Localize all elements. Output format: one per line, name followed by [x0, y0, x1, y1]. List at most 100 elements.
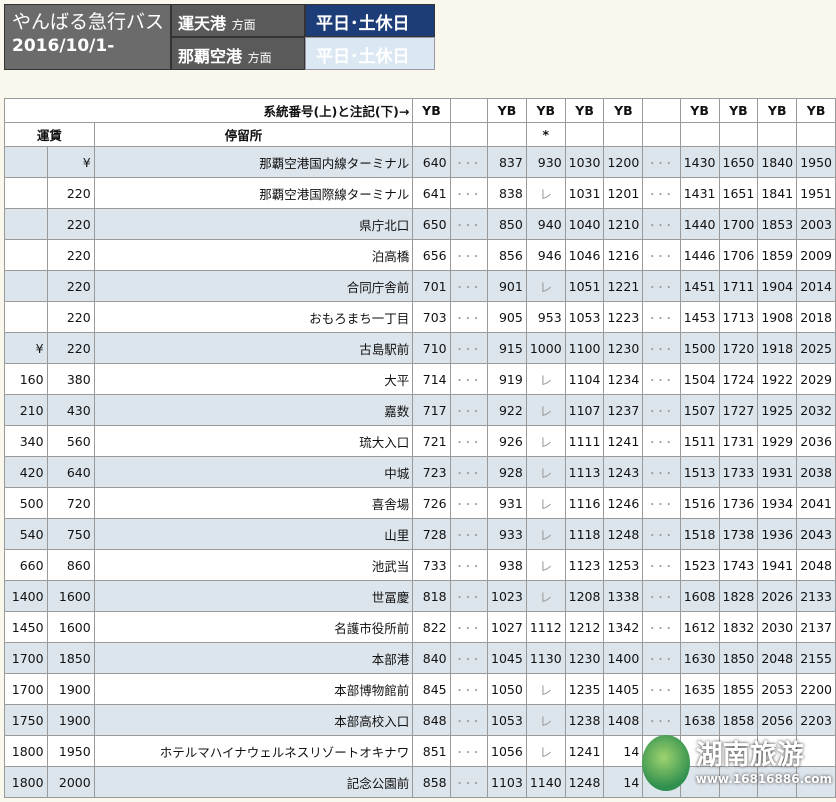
departure-time: 1338	[603, 580, 644, 612]
fare-from-kosa	[4, 239, 48, 271]
table-row: 220 県庁北口 650 ･･･ 850 940 1040 1210 ･･･ 1440 1700 18…	[4, 208, 836, 240]
departure-time: 1700	[718, 208, 759, 240]
fare-from-airport: 220	[46, 332, 95, 364]
fare-from-airport: 430	[46, 394, 95, 426]
departure-time: 1400	[603, 642, 644, 674]
stop-name: 那覇空港国際線ターミナル	[93, 177, 414, 209]
departure-time: 1853	[757, 208, 798, 240]
fare-from-airport: 1850	[46, 642, 95, 674]
departure-time: 1859	[757, 239, 798, 271]
stop-name: 中城	[93, 456, 414, 488]
departure-time: 840	[412, 642, 451, 674]
fare-from-kosa: ¥	[4, 332, 48, 364]
departure-time: 1210	[603, 208, 644, 240]
departure-time: 931	[487, 487, 527, 519]
departure-time: 1731	[718, 425, 759, 457]
route-note	[603, 122, 644, 147]
departure-time: 856	[487, 239, 527, 271]
route-col	[642, 98, 681, 123]
departure-time: 1405	[603, 673, 644, 705]
departure-time: 1950	[796, 146, 836, 178]
departure-time: ･･･	[449, 735, 489, 767]
route-note	[412, 122, 451, 147]
fare-from-kosa: 1400	[4, 580, 48, 612]
departure-time: 1118	[564, 518, 605, 550]
departure-time: 2041	[796, 487, 836, 519]
departure-time: 940	[525, 208, 566, 240]
stop-name: おもろまち一丁目	[93, 301, 414, 333]
departure-time: 1736	[718, 487, 759, 519]
departure-time: 905	[487, 301, 527, 333]
departure-time: 1113	[564, 456, 605, 488]
fare-from-kosa: 660	[4, 549, 48, 581]
departure-time: ･･･	[642, 425, 681, 457]
departure-time: ･･･	[642, 239, 681, 271]
column-label-row: 運賃 停留所 *	[4, 122, 836, 147]
departure-time: ･･･	[449, 766, 489, 798]
departure-time: 1140	[525, 766, 566, 798]
departure-time: 1727	[718, 394, 759, 426]
timetable: 系統番号(上)と注記(下)→ YB YB YB YB YB YB YB YB Y…	[3, 98, 836, 798]
table-row: 210 430 嘉数 717 ･･･ 922 レ 1107 1237 ･･･ 1507 1727 192…	[4, 394, 836, 426]
departure-time: 1500	[679, 332, 720, 364]
departure-time: 2003	[796, 208, 836, 240]
departure-time: ･･･	[642, 270, 681, 302]
departure-time: 1031	[564, 177, 605, 209]
departure-time: 1238	[564, 704, 605, 736]
departure-time: 714	[412, 363, 451, 395]
route-note	[487, 122, 527, 147]
departure-time: 1053	[564, 301, 605, 333]
departure-time: 656	[412, 239, 451, 271]
fare-from-airport: 1900	[46, 704, 95, 736]
departure-time: 1200	[603, 146, 644, 178]
departure-time: 933	[487, 518, 527, 550]
departure-time: 1248	[564, 766, 605, 798]
effective-date: 2016/10/1-	[12, 36, 115, 56]
route-note	[642, 122, 681, 147]
departure-time: 14	[603, 735, 644, 767]
departure-time: 1918	[757, 332, 798, 364]
day-type-active[interactable]: 平日･土休日	[305, 4, 435, 37]
table-row: 220 泊高橋 656 ･･･ 856 946 1046 1216 ･･･ 1446 1706 185…	[4, 239, 836, 271]
departure-time: 1724	[718, 363, 759, 395]
fare-from-airport: 860	[46, 549, 95, 581]
route-note	[718, 122, 759, 147]
departure-time: 733	[412, 549, 451, 581]
departure-time: 1221	[603, 270, 644, 302]
departure-time: 1104	[564, 363, 605, 395]
departure-time: ･･･	[449, 673, 489, 705]
departure-time: 1056	[487, 735, 527, 767]
table-row: ¥ 那覇空港国内線ターミナル 640 ･･･ 837 930 1030 1200 ･･･ 1430…	[4, 146, 836, 178]
stop-name: 琉大入口	[93, 425, 414, 457]
departure-time: 1904	[757, 270, 798, 302]
departure-time: 1230	[564, 642, 605, 674]
departure-time: 1951	[796, 177, 836, 209]
departure-time: ･･･	[449, 549, 489, 581]
departure-time: 1841	[757, 177, 798, 209]
departure-time: レ	[525, 735, 566, 767]
stop-name: 世冨慶	[93, 580, 414, 612]
departure-time: 1116	[564, 487, 605, 519]
departure-time: ･･･	[449, 580, 489, 612]
departure-time: 1111	[564, 425, 605, 457]
day-type-inactive[interactable]: 平日･土休日	[305, 37, 435, 70]
fare-from-airport: 640	[46, 456, 95, 488]
departure-time: レ	[525, 518, 566, 550]
route-label: 系統番号(上)と注記(下)→	[3, 98, 414, 123]
departure-time: ･･･	[449, 239, 489, 271]
fare-from-kosa: 160	[4, 363, 48, 395]
departure-time: 845	[412, 673, 451, 705]
departure-time: ･･･	[449, 487, 489, 519]
table-row: 220 那覇空港国際線ターミナル 641 ･･･ 838 レ 1031 1201 ･･･ 1431…	[4, 177, 836, 209]
table-row: 500 720 喜舎場 726 ･･･ 931 レ 1116 1246 ･･･ 1516 1736 19…	[4, 487, 836, 519]
table-row: ¥220 古島駅前 710 ･･･ 915 1000 1100 1230 ･･･ 1500 1720…	[4, 332, 836, 364]
departure-time: 2029	[796, 363, 836, 395]
departure-time: 1518	[679, 518, 720, 550]
departure-time: ･･･	[449, 177, 489, 209]
departure-time: 2014	[796, 270, 836, 302]
departure-time: 1511	[679, 425, 720, 457]
route-col: YB	[487, 98, 527, 123]
bus-company-name: やんばる急行バス	[12, 11, 165, 33]
departure-time: 938	[487, 549, 527, 581]
departure-time: ･･･	[449, 394, 489, 426]
